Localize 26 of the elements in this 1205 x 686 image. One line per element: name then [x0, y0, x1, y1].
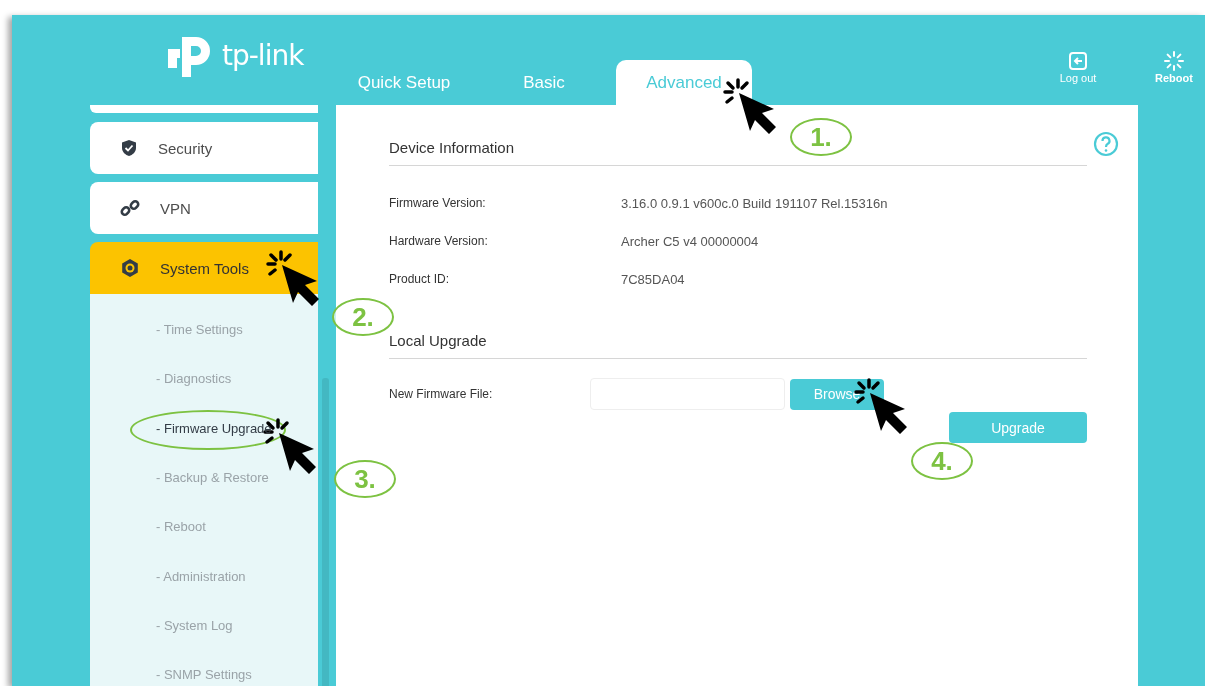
submenu-item[interactable]: - Diagnostics [90, 354, 318, 404]
field-value: 3.16.0 0.9.1 v600c.0 Build 191107 Rel.15316n [621, 195, 888, 211]
sidebar-item[interactable]: System Tools [90, 242, 318, 294]
submenu-item[interactable]: - System Log [90, 600, 318, 651]
reboot-button[interactable]: Reboot [1146, 51, 1202, 84]
logout-button[interactable]: Log out [1050, 51, 1106, 84]
sidebar-item[interactable]: Security [90, 122, 318, 174]
nav-tab[interactable]: Advanced [616, 60, 752, 105]
field-value: Archer C5 v4 00000004 [621, 233, 759, 249]
submenu-item[interactable]: - Backup & Restore [90, 452, 318, 503]
submenu-item[interactable]: - Firmware Upgrade [90, 403, 318, 453]
submenu-item[interactable]: - Reboot [90, 502, 318, 552]
upgrade-button[interactable]: Upgrade [949, 412, 1087, 443]
submenu-item[interactable]: - SNMP Settings [90, 650, 318, 686]
field-label: Product ID: [389, 272, 451, 286]
field-value: 7C85DA04 [621, 271, 685, 287]
submenu-item[interactable]: - Administration [90, 551, 318, 601]
field-label: Hardware Version: [389, 234, 489, 248]
field-label: New Firmware File: [389, 387, 494, 401]
sidebar-item[interactable]: VPN [90, 182, 318, 234]
section-title: Device Information [389, 139, 516, 158]
logo-text: tp-link [222, 38, 304, 72]
nav-tab[interactable]: Quick Setup [336, 60, 472, 105]
submenu-item[interactable]: - Time Settings [90, 305, 318, 355]
field-label: Firmware Version: [389, 196, 487, 210]
nav-tab[interactable]: Basic [476, 60, 612, 105]
